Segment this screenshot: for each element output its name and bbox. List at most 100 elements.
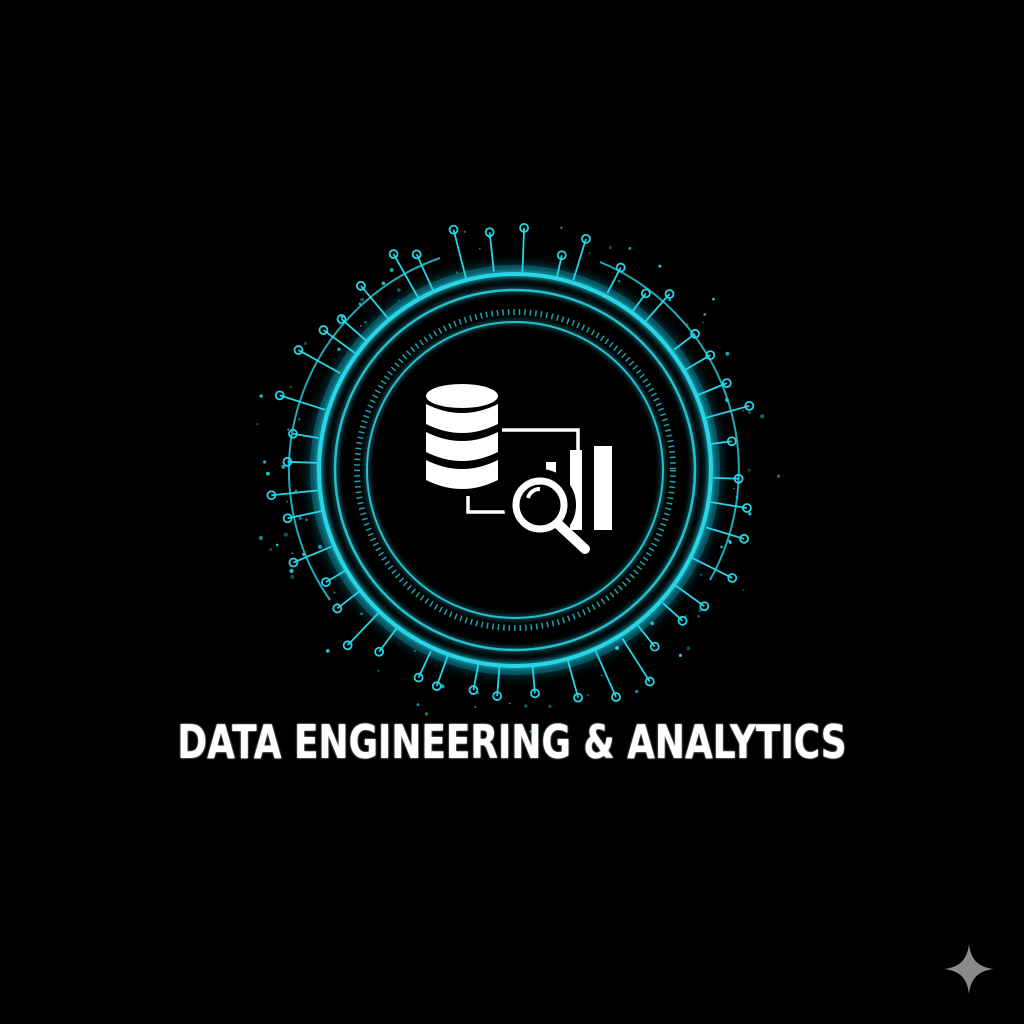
particle-dot [724,397,730,403]
particle-dot [476,691,480,695]
particle-dot [720,545,724,549]
logo-emblem [256,222,781,733]
particle-dot [586,693,590,697]
particle-dot [612,692,615,695]
particle-dot [747,512,752,516]
outer-arc-right [599,261,740,581]
particle-dot [548,704,552,709]
circuit-trace [340,318,367,342]
circuit-trace [298,349,341,375]
particle-dot [732,487,735,490]
particle-dot [265,471,270,476]
particle-dot [289,386,292,388]
particle-dot [508,702,511,705]
particle-dot [398,299,400,302]
particle-dot [650,621,655,626]
particle-dot [488,235,491,239]
particle-dot [748,411,751,414]
particle-dot [381,281,386,286]
particle-dot [747,468,751,472]
particle-dot [304,342,308,346]
particle-dot [336,602,339,604]
circuit-trace [415,253,434,291]
circuit-trace [594,650,617,698]
particle-dot [608,246,612,250]
particle-dot [601,674,603,677]
circuit-trace [346,612,380,646]
particle-dot [269,548,273,551]
circuit-trace [621,637,651,683]
particle-dot [337,347,341,351]
particle-dot [760,414,765,419]
particle-dot [317,544,323,549]
particle-dot [776,474,781,478]
particle-dot [304,518,308,522]
particle-dot [725,351,730,356]
particle-dot [588,251,591,254]
particle-dot [712,297,715,301]
particle-dot [259,394,263,398]
circuit-trace [279,394,326,411]
particle-dot [617,279,621,283]
particle-dot [524,704,528,708]
particle-dot [338,323,341,326]
particle-dot [413,649,416,652]
particle-dot [668,298,671,302]
particle-dot [455,271,458,274]
circuit-trace [452,229,468,280]
circuit-trace [704,405,750,419]
particle-dot [416,703,420,707]
particle-dot [289,568,294,574]
particle-dot [389,268,394,273]
particle-dot [735,495,739,499]
particle-dot [287,428,290,431]
particle-dot [302,552,306,556]
circuit-traces [266,222,755,703]
particle-dot [686,646,691,651]
particle-dot [440,684,445,689]
particle-dot [686,323,689,326]
particle-dot [397,288,401,292]
particle-dot [262,460,267,464]
logo-title: DATA ENGINEERING & ANALYTICS [177,715,847,769]
particle-dot [658,264,662,268]
particle-dot [291,552,293,555]
particle-dot [474,705,477,708]
sparkle-icon [944,944,994,994]
particle-dot [275,543,279,547]
circuit-trace [643,293,671,324]
particle-dot [294,489,298,493]
circuit-trace [705,526,745,540]
particle-dot [684,615,687,618]
particle-dot [702,321,705,324]
particle-dot [697,614,700,618]
outer-arc-left [288,257,441,601]
particle-dot [628,246,632,250]
particle-dot [359,325,362,327]
particle-dot [297,417,301,421]
particle-dot [700,573,703,576]
middle-ring [333,288,697,652]
particle-dot [728,539,731,543]
particle-dot [256,423,259,426]
particle-dot [333,591,336,595]
particle-dot [281,464,286,469]
inner-ring [366,321,664,619]
particle-dot [377,669,380,672]
particle-dot [678,653,683,657]
particle-dot [340,315,344,319]
circuit-trace [488,232,495,272]
particle-dot [325,648,330,653]
particle-dot [290,574,295,579]
particle-dot [359,612,363,616]
database-icon [426,384,498,489]
circuit-trace [673,583,705,607]
particle-dot [364,320,367,324]
circuit-trace [392,253,420,299]
particle-dot [286,500,289,503]
particle-dot [358,302,362,306]
outer-ring [317,272,713,668]
particle-dot [698,608,702,613]
particle-dot [560,226,563,229]
circuit-trace [572,238,587,281]
